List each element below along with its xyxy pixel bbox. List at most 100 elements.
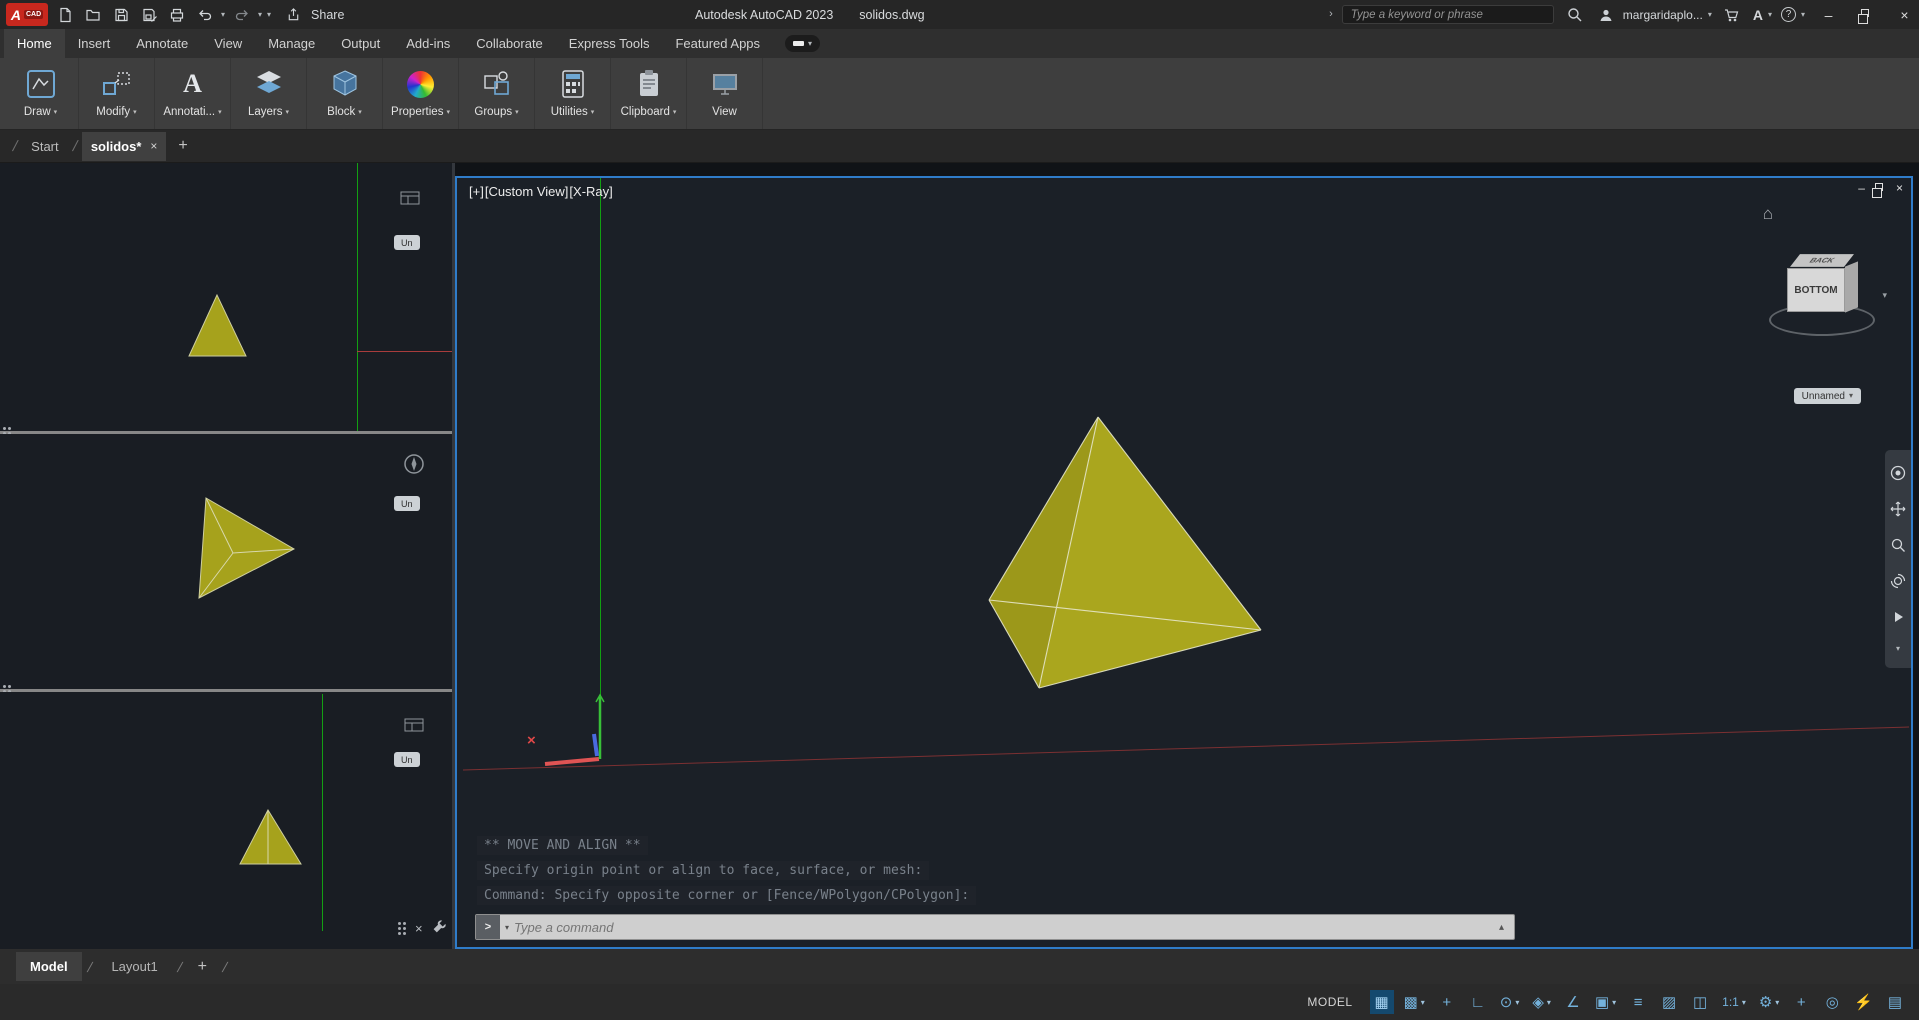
ribbon-tab-view[interactable]: View [201,29,255,58]
layers-panel[interactable]: Layers▾ [231,58,307,129]
named-view-button[interactable]: Unnamed ▾ [1794,388,1861,404]
undo-dropdown-icon[interactable]: ▾ [221,11,225,19]
block-panel[interactable]: Block▾ [307,58,383,129]
viewport-top-left[interactable]: Un [0,163,452,431]
viewcube-mini-icon[interactable] [402,452,426,479]
command-history-toggle-icon[interactable]: ▴ [1489,922,1514,933]
view-controls-button[interactable]: [Custom View] [485,184,569,199]
ribbon-tab-addins[interactable]: Add-ins [393,29,463,58]
viewport-main-active[interactable]: [+] [Custom View] [X-Ray] – × ⌂ BACK BOT… [455,176,1913,949]
ribbon-tab-featured-apps[interactable]: Featured Apps [662,29,773,58]
show-motion-icon[interactable] [1890,609,1906,625]
selection-cycling-toggle[interactable]: ◫ [1688,990,1712,1014]
search-input[interactable] [1342,5,1554,24]
restore-button[interactable] [1852,0,1881,29]
command-input[interactable] [514,920,1489,935]
isolate-objects-button[interactable]: ◎ [1820,990,1844,1014]
view-panel[interactable]: View [687,58,763,129]
close-button[interactable]: × [1890,0,1919,29]
workspace-caret-icon[interactable]: ▾ [1775,998,1779,1007]
utilities-panel[interactable]: Utilities▾ [535,58,611,129]
annotation-panel[interactable]: A Annotati...▾ [155,58,231,129]
dynamic-input-toggle[interactable]: + [1435,990,1459,1014]
command-recent-caret-icon[interactable]: ▾ [500,923,514,932]
ribbon-tab-express-tools[interactable]: Express Tools [556,29,663,58]
cart-icon[interactable] [1721,3,1744,26]
modify-panel[interactable]: Modify▾ [79,58,155,129]
viewcube-menu-caret-icon[interactable]: ▾ [1882,290,1887,301]
viewport-menu-button[interactable]: [+] [469,184,484,199]
ribbon-tab-manage[interactable]: Manage [255,29,328,58]
file-tab-start[interactable]: Start [22,132,67,161]
layout-tab-layout1[interactable]: Layout1 [97,952,171,981]
navigation-wheel-icon[interactable] [1890,465,1906,481]
properties-panel[interactable]: Properties▾ [383,58,459,129]
osnap-caret-icon[interactable]: ▾ [1612,998,1616,1007]
named-view-pill[interactable]: Un [394,235,420,250]
annotation-monitor-toggle[interactable]: + [1789,990,1813,1014]
ribbon-display-options-button[interactable]: ▾ [785,35,820,52]
lineweight-toggle[interactable]: ≡ [1626,990,1650,1014]
scale-caret-icon[interactable]: ▾ [1742,998,1746,1007]
redo-dropdown-icon[interactable]: ▾ [258,11,262,19]
graphics-performance-toggle[interactable]: ⚡ [1851,990,1876,1014]
navbar-menu-caret-icon[interactable]: ▾ [1896,645,1900,653]
viewport-middle-left[interactable]: Un [0,434,452,689]
groups-panel[interactable]: Groups▾ [459,58,535,129]
model-space-toggle[interactable]: MODEL [1297,995,1362,1009]
search-expand-icon[interactable]: › [1329,9,1333,20]
viewport-bottom-left[interactable]: Un [0,692,452,949]
viewport-controls-icon[interactable] [404,718,424,735]
transparency-toggle[interactable]: ▨ [1657,990,1681,1014]
new-drawing-tab-button[interactable]: + [166,137,199,155]
redo-icon[interactable] [230,3,253,26]
save-as-icon[interactable] [137,3,160,26]
ribbon-tab-home[interactable]: Home [4,29,65,58]
ribbon-tab-collaborate[interactable]: Collaborate [463,29,556,58]
command-line-close-icon[interactable]: × [415,921,423,936]
new-file-icon[interactable] [53,3,76,26]
tetrahedron-front-view[interactable] [0,163,452,431]
plot-icon[interactable] [165,3,188,26]
qat-menu-icon[interactable]: ▾ [267,11,271,19]
command-line-drag-handle[interactable] [398,922,406,935]
workspace-switching-button[interactable]: ⚙▾ [1756,990,1782,1014]
command-line-customize-icon[interactable] [432,919,447,937]
zoom-icon[interactable] [1890,537,1906,553]
polar-caret-icon[interactable]: ▾ [1515,998,1519,1007]
isometric-drafting-toggle[interactable]: ◈▾ [1529,990,1554,1014]
app-menu-button[interactable]: A CAD [6,3,48,26]
polar-tracking-toggle[interactable]: ⊙▾ [1497,990,1523,1014]
tetrahedron-iso-view[interactable] [0,434,452,689]
ortho-toggle[interactable]: ∟ [1466,990,1490,1014]
snap-caret-icon[interactable]: ▾ [1421,998,1425,1007]
new-layout-button[interactable]: + [188,958,217,976]
clean-screen-toggle[interactable]: ▤ [1883,990,1907,1014]
search-icon[interactable] [1563,3,1586,26]
clipboard-panel[interactable]: Clipboard▾ [611,58,687,129]
draw-panel[interactable]: Draw▾ [3,58,79,129]
annotation-scale-button[interactable]: 1:1▾ [1719,990,1749,1014]
object-snap-tracking-toggle[interactable]: ∠ [1561,990,1585,1014]
minimize-button[interactable]: – [1814,0,1843,29]
command-options-button[interactable]: > [476,915,500,939]
autodesk-menu[interactable]: A ▾ [1753,7,1772,23]
pan-icon[interactable] [1890,501,1906,517]
viewcube-face-side[interactable] [1845,261,1858,312]
snap-toggle[interactable]: ▩▾ [1401,990,1428,1014]
ribbon-tab-annotate[interactable]: Annotate [123,29,201,58]
file-tab-close-icon[interactable]: × [150,139,157,153]
viewcube[interactable]: BACK BOTTOM ▾ [1763,238,1883,350]
visual-style-button[interactable]: [X-Ray] [569,184,612,199]
account-menu[interactable]: margaridaplo... ▾ [1595,3,1712,26]
orbit-icon[interactable] [1890,573,1906,589]
ribbon-tab-insert[interactable]: Insert [65,29,124,58]
isodraft-caret-icon[interactable]: ▾ [1547,998,1551,1007]
viewcube-face-bottom[interactable]: BOTTOM [1787,268,1845,312]
viewcube-home-icon[interactable]: ⌂ [1763,204,1773,224]
viewport-close-icon[interactable]: × [1896,181,1903,195]
viewport-controls-icon[interactable] [400,191,420,208]
viewport-minimize-icon[interactable]: – [1858,181,1865,195]
viewcube-face-back[interactable]: BACK [1790,254,1854,267]
share-button[interactable]: Share [282,3,344,26]
